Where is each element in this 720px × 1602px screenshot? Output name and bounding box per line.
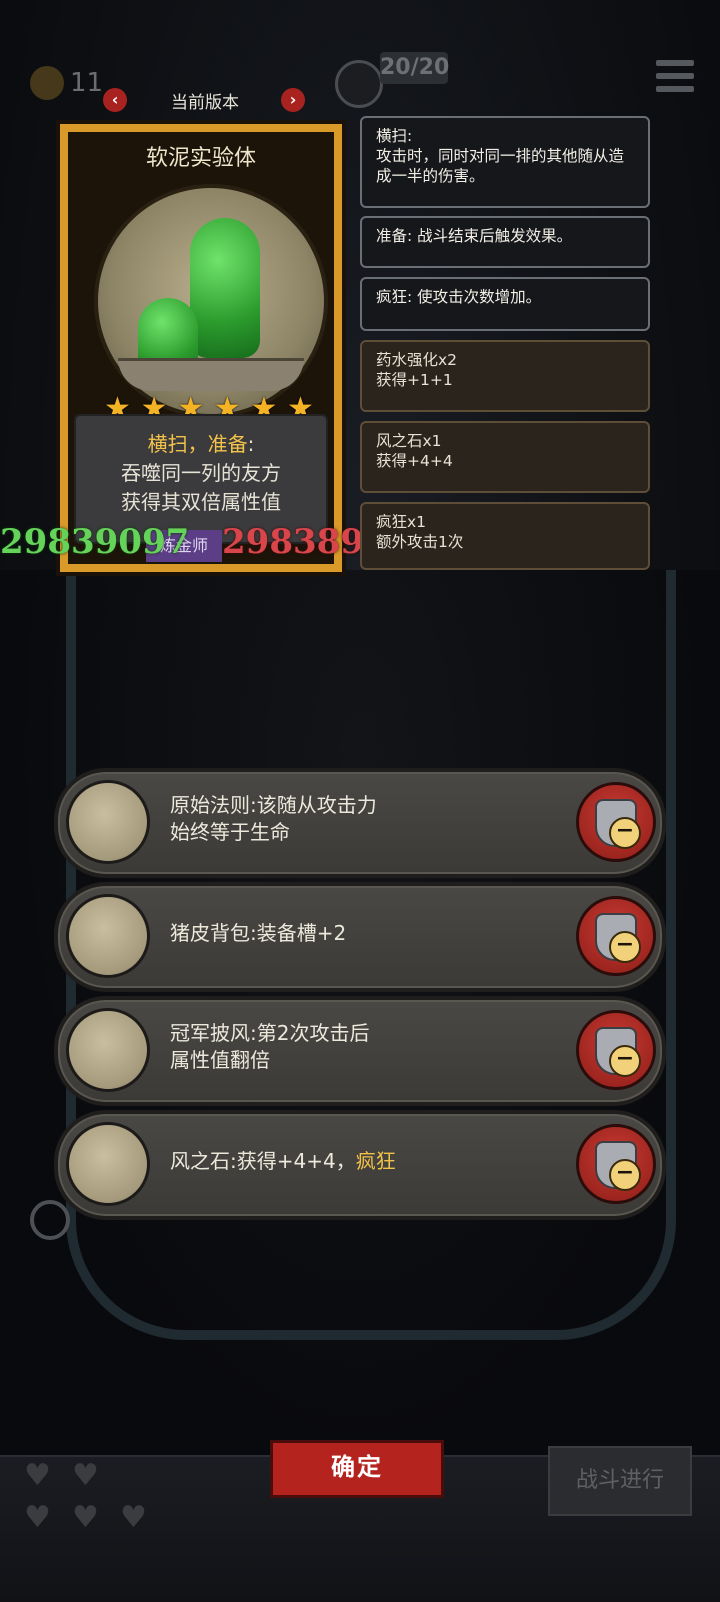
tip-title: 风之石x1 xyxy=(376,432,442,450)
version-next-button[interactable]: › xyxy=(281,88,305,112)
tip-sweep: 横扫: 攻击时，同时对同一排的其他随从造成一半的伤害。 xyxy=(360,116,650,208)
item-text: 猪皮背包:装备槽+2 xyxy=(170,886,550,980)
item-row[interactable]: 原始法则:该随从攻击力 始终等于生命 − xyxy=(54,768,666,878)
item-text-line2: 属性值翻倍 xyxy=(170,1048,270,1072)
remove-item-button[interactable]: − xyxy=(576,1010,656,1090)
cloak-icon xyxy=(66,1008,150,1092)
item-text-line1: 冠军披风:第2次攻击后 xyxy=(170,1021,370,1045)
slime-portrait xyxy=(94,184,328,418)
tip-frenzy: 疯狂: 使攻击次数增加。 xyxy=(360,277,650,331)
tip-wind-stone: 风之石x1 获得+4+4 xyxy=(360,421,650,493)
health-value: 298389 xyxy=(222,522,364,562)
card-desc-colon: : xyxy=(247,432,255,456)
backpack-icon xyxy=(66,894,150,978)
minus-icon: − xyxy=(609,931,641,963)
item-row[interactable]: 猪皮背包:装备槽+2 − xyxy=(54,882,666,992)
search-icon[interactable] xyxy=(30,1200,70,1240)
tip-body: 战斗结束后触发效果。 xyxy=(417,227,573,245)
tip-frenzy-count: 疯狂x1 额外攻击1次 xyxy=(360,502,650,570)
tip-title: 疯狂: xyxy=(376,288,413,306)
coin-icon xyxy=(30,66,64,100)
tip-title: 横扫: xyxy=(376,127,413,145)
item-text: 冠军披风:第2次攻击后 属性值翻倍 xyxy=(170,1000,550,1094)
heart-icon: ♥ xyxy=(120,1500,147,1535)
item-text: 原始法则:该随从攻击力 始终等于生命 xyxy=(170,772,550,866)
tip-body: 获得+4+4 xyxy=(376,452,453,470)
card-desc-line3: 获得其双倍属性值 xyxy=(121,490,281,514)
item-text-line1: 风之石:获得+4+4， xyxy=(170,1148,356,1173)
item-text-line1: 猪皮背包:装备槽+2 xyxy=(170,920,347,945)
item-row[interactable]: 风之石:获得+4+4，疯狂 − xyxy=(54,1110,666,1220)
remove-item-button[interactable]: − xyxy=(576,782,656,862)
item-row[interactable]: 冠军披风:第2次攻击后 属性值翻倍 − xyxy=(54,996,666,1106)
remove-item-button[interactable]: − xyxy=(576,1124,656,1204)
wind-stone-icon xyxy=(66,1122,150,1206)
version-prev-button[interactable]: ‹ xyxy=(103,88,127,112)
item-keyword: 疯狂 xyxy=(355,1148,396,1173)
bowl xyxy=(118,358,304,391)
card-name: 软泥实验体 xyxy=(145,146,256,171)
remove-item-button[interactable]: − xyxy=(576,896,656,976)
heart-icon: ♥ xyxy=(24,1458,51,1493)
minion-card: 软泥实验体 ★ ★ ★ ★ ★ ★ 横扫，准备: 吞噬同一列的友方 获得其双倍属性值 xyxy=(56,120,346,576)
minus-icon: − xyxy=(609,1159,641,1191)
tip-prepare: 准备: 战斗结束后触发效果。 xyxy=(360,216,650,268)
item-text-line1: 原始法则:该随从攻击力 xyxy=(170,793,377,817)
heart-icon: ♥ xyxy=(72,1458,99,1493)
tip-body: 使攻击次数增加。 xyxy=(417,288,542,306)
tip-body: 额外攻击1次 xyxy=(376,533,464,551)
tip-title: 准备: xyxy=(376,227,413,245)
tip-title: 药水强化x2 xyxy=(376,351,458,369)
scales-icon xyxy=(66,780,150,864)
version-label: 当前版本 xyxy=(171,93,239,113)
heart-icon: ♥ xyxy=(24,1500,51,1535)
item-text-line2: 始终等于生命 xyxy=(170,820,290,844)
tip-title: 疯狂x1 xyxy=(376,513,427,531)
tip-potion-buff: 药水强化x2 获得+1+1 xyxy=(360,340,650,412)
card-desc-line2: 吞噬同一列的友方 xyxy=(121,461,281,485)
attack-value: 29839097 xyxy=(0,522,190,562)
heart-icon: ♥ xyxy=(72,1500,99,1535)
item-text: 风之石:获得+4+4，疯狂 xyxy=(170,1114,550,1208)
card-desc-keyword: 横扫，准备 xyxy=(147,432,248,456)
minus-icon: − xyxy=(609,817,641,849)
minus-icon: − xyxy=(609,1045,641,1077)
battle-button[interactable]: 战斗进行 xyxy=(548,1446,692,1516)
menu-icon[interactable] xyxy=(656,60,694,96)
slime-large xyxy=(190,218,260,358)
avatar xyxy=(335,60,383,108)
hp-counter: 20/20 xyxy=(380,52,449,84)
coin-count: 11 xyxy=(70,68,104,98)
tip-body: 获得+1+1 xyxy=(376,371,453,389)
confirm-button[interactable]: 确定 xyxy=(270,1440,444,1498)
tip-body: 攻击时，同时对同一排的其他随从造成一半的伤害。 xyxy=(376,147,625,185)
